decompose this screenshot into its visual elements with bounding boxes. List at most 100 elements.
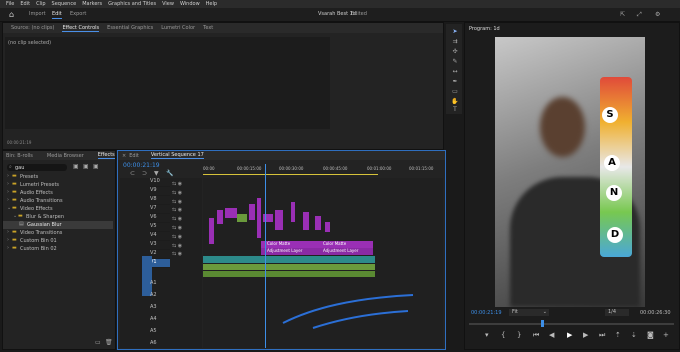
audio-clip-a1[interactable]	[203, 264, 375, 270]
play-icon[interactable]: ▶	[567, 331, 572, 339]
track-label-a3[interactable]: A3	[150, 304, 170, 316]
track-label-v5[interactable]: V5	[150, 223, 170, 232]
export-frame-icon[interactable]: ◙	[647, 331, 654, 339]
track-select-icon[interactable]: ⇉	[451, 38, 459, 46]
tab-effect-controls[interactable]: Effect Controls	[62, 25, 100, 32]
clip-purple[interactable]	[303, 212, 309, 230]
effects-search-input[interactable]: ⌕ gau	[7, 164, 67, 171]
color-matte-clip[interactable]: Color Matte	[317, 241, 373, 248]
tree-item-custom-bin-02[interactable]: › ▬ Custom Bin 02	[3, 245, 113, 253]
accelerated-effects-icon[interactable]: ▣	[73, 163, 79, 170]
tab-edit[interactable]: Edit	[52, 11, 62, 17]
tab-essential-graphics[interactable]: Essential Graphics	[107, 25, 153, 31]
delete-icon[interactable]: 🗑	[105, 339, 113, 346]
hand-tool-icon[interactable]: ✋	[451, 98, 459, 106]
menu-view[interactable]: View	[162, 1, 174, 7]
timeline-timecode[interactable]: 00:00:21:19	[123, 162, 160, 169]
tree-item-lumetri-presets[interactable]: › ▬ Lumetri Presets	[3, 181, 113, 189]
program-scrubber[interactable]	[469, 323, 674, 325]
track-label-v2[interactable]: V2	[150, 250, 170, 259]
mark-out-icon[interactable]: }	[517, 331, 521, 339]
track-label-v6[interactable]: V6	[150, 214, 170, 223]
adjustment-layer-clip[interactable]: Adjustment Layer	[317, 248, 373, 255]
track-label-a4[interactable]: A4	[150, 316, 170, 328]
tab-export[interactable]: Export	[70, 11, 86, 17]
track-label-a1[interactable]: A1	[150, 280, 170, 292]
tree-item-audio-effects[interactable]: › ▬ Audio Effects	[3, 189, 113, 197]
tree-item-blur-sharpen[interactable]: ⌄ ▬ Blur & Sharpen	[3, 213, 113, 221]
tab-bin-brolls[interactable]: Bin: B-rolls	[6, 153, 33, 159]
menu-clip[interactable]: Clip	[36, 1, 45, 7]
settings-icon[interactable]: ⚙	[655, 11, 660, 18]
tab-timeline-edit[interactable]: Edit	[129, 153, 139, 159]
tab-media-browser[interactable]: Media Browser	[47, 153, 84, 159]
step-back-icon[interactable]: ◀	[549, 331, 554, 339]
color-matte-clip[interactable]: Color Matte	[261, 241, 317, 248]
clip-purple[interactable]	[275, 210, 283, 230]
menu-help[interactable]: Help	[206, 1, 217, 7]
32bit-effects-icon[interactable]: ▣	[83, 163, 89, 170]
add-marker-icon[interactable]: ▼	[154, 170, 159, 177]
home-icon[interactable]: ⌂	[9, 10, 14, 19]
button-editor-icon[interactable]: +	[663, 331, 669, 339]
track-label-v9[interactable]: V9	[150, 187, 170, 196]
fullscreen-icon[interactable]: ⤢	[637, 11, 642, 19]
clip-purple[interactable]	[209, 218, 214, 244]
track-label-a5[interactable]: A5	[150, 328, 170, 340]
track-label-v7[interactable]: V7	[150, 205, 170, 214]
selection-tool-icon[interactable]: ➤	[451, 28, 459, 36]
tab-source[interactable]: Source: (no clips)	[11, 25, 54, 31]
tab-effects[interactable]: Effects	[97, 152, 115, 159]
program-playhead[interactable]	[541, 320, 544, 327]
linked-selection-icon[interactable]: ⊃	[142, 170, 147, 177]
time-ruler[interactable]: 00:00 00:00:15:00 00:00:30:00 00:00:45:0…	[203, 164, 443, 176]
snap-icon[interactable]: ⊂	[130, 170, 135, 177]
menu-graphics[interactable]: Graphics and Titles	[108, 1, 156, 7]
rectangle-tool-icon[interactable]: ▭	[451, 88, 459, 96]
v1-video-clips[interactable]	[203, 256, 375, 263]
playhead[interactable]	[265, 164, 266, 348]
tree-item-gaussian-blur[interactable]: ▤ Gaussian Blur	[3, 221, 113, 229]
tree-item-audio-transitions[interactable]: › ▬ Audio Transitions	[3, 197, 113, 205]
adjustment-layer-clip[interactable]: Adjustment Layer	[261, 248, 317, 255]
tree-item-video-transitions[interactable]: › ▬ Video Transitions	[3, 229, 113, 237]
tree-item-custom-bin-01[interactable]: › ▬ Custom Bin 01	[3, 237, 113, 245]
go-to-out-icon[interactable]: ⏭	[599, 331, 605, 340]
clip-purple[interactable]	[217, 210, 223, 224]
menu-edit[interactable]: Edit	[20, 1, 30, 7]
slip-tool-icon[interactable]: ↔	[451, 68, 459, 76]
clip-purple[interactable]	[249, 204, 255, 220]
track-toggle-icons[interactable]: ⇆ ◉ ⇆ ◉ ⇆ ◉ ⇆ ◉ ⇆ ◉ ⇆ ◉ ⇆ ◉ ⇆ ◉ ⇆ ◉	[172, 180, 200, 260]
mark-in-icon[interactable]: {	[501, 331, 505, 339]
quick-export-icon[interactable]: ⇱	[620, 11, 625, 18]
track-label-v1[interactable]: V1	[150, 259, 170, 268]
tab-text[interactable]: Text	[203, 25, 213, 31]
track-label-a2[interactable]: A2	[150, 292, 170, 304]
tree-item-presets[interactable]: › ▬ Presets	[3, 173, 113, 181]
track-label-a6[interactable]: A6	[150, 340, 170, 352]
menu-file[interactable]: File	[6, 1, 14, 7]
program-timecode[interactable]: 00:00:21:19	[471, 310, 502, 316]
clip-purple[interactable]	[225, 208, 237, 218]
step-forward-icon[interactable]: ▶	[583, 331, 588, 339]
close-tab-icon[interactable]: ×	[122, 153, 126, 159]
track-label-v3[interactable]: V3	[150, 241, 170, 250]
timeline-settings-icon[interactable]: 🔧	[166, 170, 173, 177]
extract-icon[interactable]: ⇣	[631, 331, 637, 339]
clip-green[interactable]	[237, 214, 247, 222]
ripple-edit-icon[interactable]: ✣	[451, 48, 459, 56]
clip-purple[interactable]	[315, 216, 321, 230]
clip-purple[interactable]	[325, 222, 330, 232]
track-label-v10[interactable]: V10	[150, 178, 170, 187]
program-video-frame[interactable]: S A N D	[495, 37, 645, 307]
tab-vertical-sequence[interactable]: Vertical Sequence 17	[150, 152, 204, 159]
add-marker-icon[interactable]: ▾	[485, 331, 489, 339]
razor-tool-icon[interactable]: ✎	[451, 58, 459, 66]
type-tool-icon[interactable]: T	[451, 106, 459, 114]
clip-purple[interactable]	[291, 202, 295, 222]
new-bin-icon[interactable]: ▭	[95, 339, 101, 346]
tree-item-video-effects[interactable]: ⌄ ▬ Video Effects	[3, 205, 113, 213]
clip-purple[interactable]	[257, 198, 261, 238]
menu-window[interactable]: Window	[180, 1, 200, 7]
tab-lumetri-color[interactable]: Lumetri Color	[161, 25, 195, 31]
